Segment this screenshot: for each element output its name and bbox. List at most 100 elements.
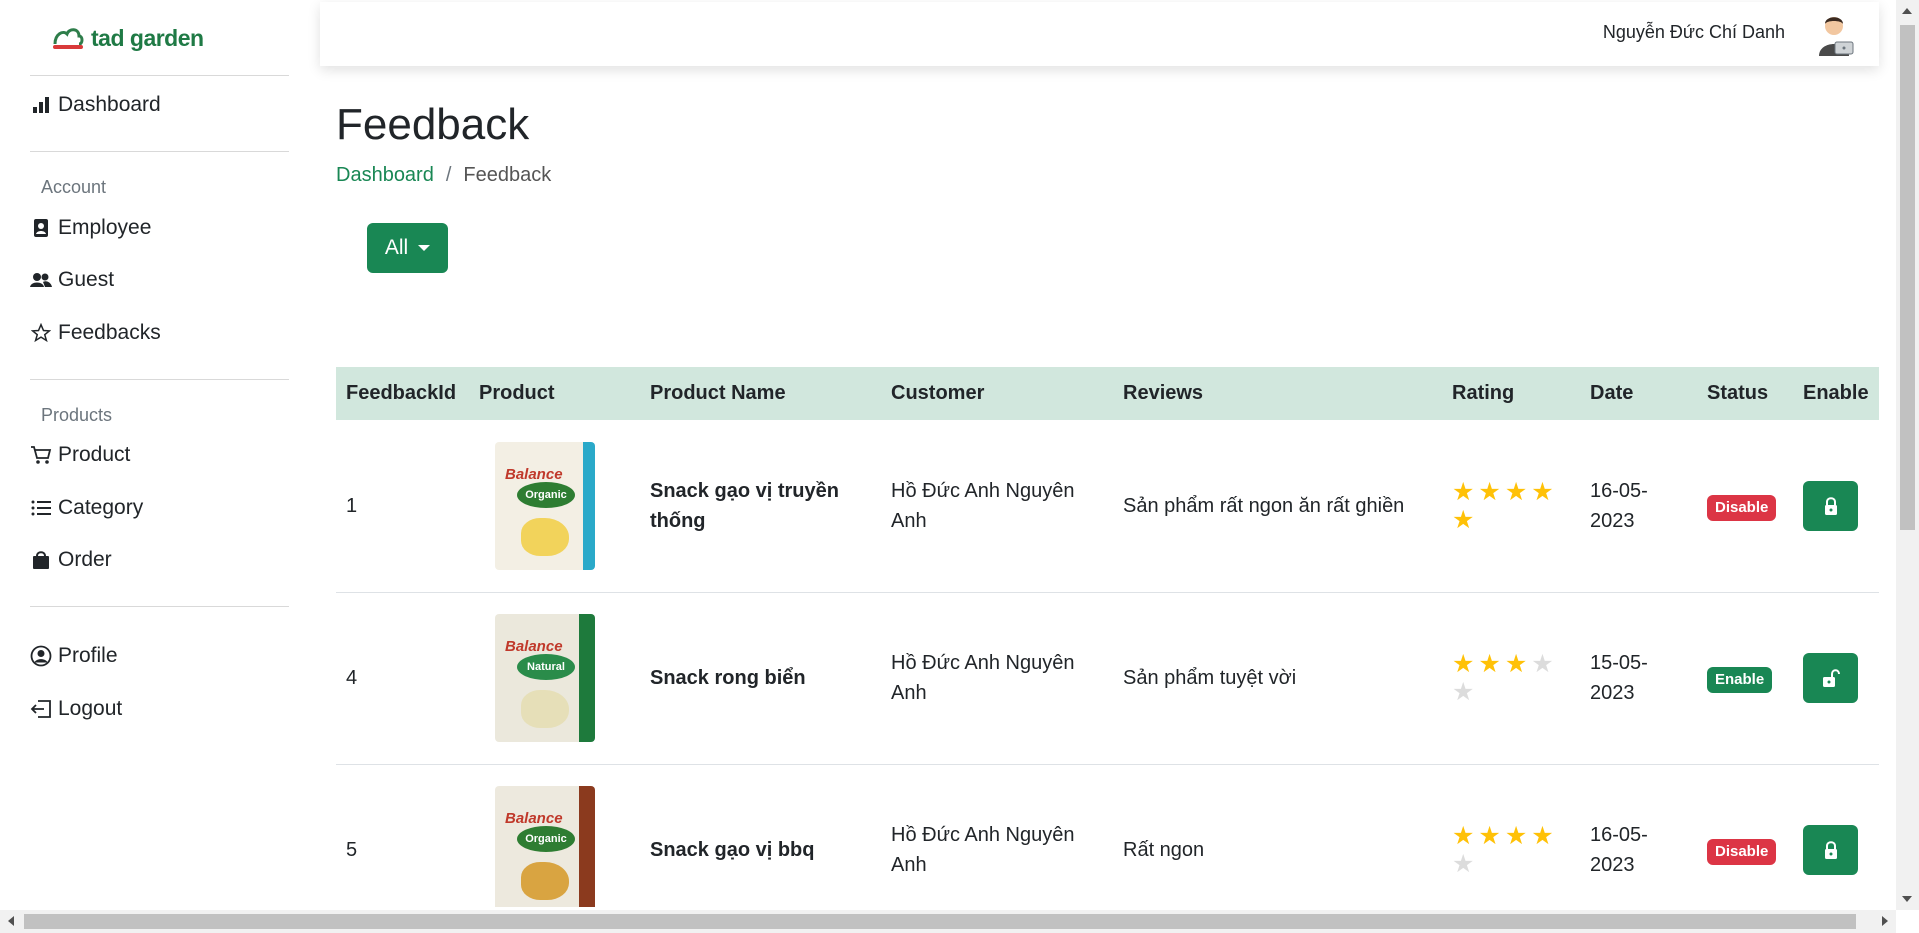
garden-logo-icon [53, 28, 84, 49]
unlock-icon [1822, 669, 1840, 687]
star-empty-icon: ★ [1531, 650, 1554, 678]
breadcrumb-current: Feedback [463, 164, 552, 186]
star-filled-icon: ★ [1452, 822, 1475, 850]
scroll-right-arrow-icon[interactable] [1882, 916, 1888, 926]
rating-stars: ★ ★ ★ ★ ★ [1452, 651, 1562, 705]
column-header: Date [1590, 382, 1634, 404]
person-badge-icon [30, 217, 52, 239]
sidebar-item-label: Order [58, 548, 112, 571]
star-filled-icon: ★ [1452, 650, 1475, 678]
feedback-date: 15-05-2023 [1590, 652, 1648, 704]
table-row: 5 Balance Organic Snack gạo vị bbq Hồ Đứ… [336, 764, 1879, 907]
column-header: Enable [1803, 382, 1869, 404]
toggle-enable-button[interactable] [1803, 480, 1858, 531]
sidebar-item-profile[interactable]: Profile [30, 641, 118, 671]
brand-logo[interactable]: tad garden [51, 24, 204, 52]
scroll-left-arrow-icon[interactable] [8, 916, 14, 926]
sidebar-item-logout[interactable]: Logout [30, 694, 122, 724]
product-name: Snack gạo vị truyền thống [650, 479, 839, 532]
feedback-id: 5 [346, 839, 358, 861]
sidebar-item-guest[interactable]: Guest [30, 265, 114, 295]
table-row: 4 Balance Natural Snack rong biển Hồ Đức… [336, 592, 1879, 764]
column-header: FeedbackId [346, 382, 457, 404]
column-header: Product Name [650, 382, 786, 404]
lock-icon [1824, 497, 1837, 515]
star-filled-icon: ★ [1531, 822, 1554, 850]
column-header: Status [1707, 382, 1769, 404]
rating-stars: ★ ★ ★ ★ ★ [1452, 479, 1562, 533]
shopping-bag-icon [30, 549, 52, 571]
feedback-date: 16-05-2023 [1590, 479, 1648, 532]
list-icon [30, 497, 52, 519]
sidebar-item-label: Dashboard [58, 93, 161, 116]
bar-chart-icon [30, 94, 52, 116]
toggle-enable-button[interactable] [1803, 825, 1858, 875]
product-name: Snack rong biển [650, 667, 806, 689]
column-header: Customer [891, 382, 985, 404]
brand-name: tad garden [91, 24, 204, 51]
scrollbar-thumb[interactable] [1900, 25, 1915, 530]
sidebar-item-label: Employee [58, 216, 152, 239]
review-text: Sản phẩm rất ngon ăn rất ghiền [1123, 494, 1405, 517]
breadcrumb-separator: / [445, 164, 452, 186]
star-filled-icon: ★ [1452, 477, 1475, 506]
divider [30, 75, 289, 76]
column-header: Reviews [1123, 382, 1204, 404]
lock-icon [1824, 841, 1837, 859]
sidebar-item-label: Profile [58, 644, 118, 667]
review-text: Sản phẩm tuyệt vời [1123, 667, 1297, 689]
scroll-up-arrow-icon[interactable] [1902, 8, 1912, 14]
feedback-table-container: FeedbackId Product Product Name Customer… [336, 367, 1879, 907]
star-filled-icon: ★ [1452, 505, 1475, 534]
breadcrumb-link-dashboard[interactable]: Dashboard [336, 164, 434, 187]
table-row: 1 Balance Organic Snack gạo vị truyền th… [336, 420, 1879, 592]
section-heading-account: Account [41, 177, 107, 197]
divider [30, 151, 289, 152]
customer-name: Hồ Đức Anh Nguyên Anh [891, 652, 1075, 704]
people-icon [30, 269, 52, 291]
sidebar-item-feedbacks[interactable]: Feedbacks [30, 318, 161, 348]
star-empty-icon: ★ [1452, 850, 1475, 878]
status-badge: Disable [1707, 839, 1777, 865]
table-header-row: FeedbackId Product Product Name Customer… [336, 367, 1879, 420]
sidebar-item-product[interactable]: Product [30, 440, 130, 470]
toggle-enable-button[interactable] [1803, 653, 1858, 703]
avatar[interactable] [1811, 12, 1857, 58]
sidebar-item-employee[interactable]: Employee [30, 213, 151, 243]
logout-icon [30, 698, 52, 720]
star-empty-icon: ★ [1452, 678, 1475, 706]
feedback-date: 16-05-2023 [1590, 824, 1648, 876]
feedback-table: FeedbackId Product Product Name Customer… [336, 367, 1879, 907]
star-filled-icon: ★ [1504, 650, 1528, 678]
column-header: Rating [1452, 382, 1515, 404]
horizontal-scrollbar[interactable] [0, 910, 1896, 933]
product-name: Snack gạo vị bbq [650, 839, 815, 861]
user-name[interactable]: Nguyễn Đức Chí Danh [1603, 22, 1785, 43]
section-heading-products: Products [41, 405, 113, 425]
star-filled-icon: ★ [1531, 477, 1554, 506]
rating-stars: ★ ★ ★ ★ ★ [1452, 823, 1562, 877]
star-filled-icon: ★ [1504, 822, 1528, 850]
sidebar-item-label: Logout [58, 697, 123, 720]
sidebar-item-label: Feedbacks [58, 321, 161, 344]
sidebar-item-label: Guest [58, 268, 115, 291]
sidebar-item-category[interactable]: Category [30, 493, 143, 523]
status-filter-dropdown[interactable]: All [367, 223, 448, 273]
scrollbar-thumb[interactable] [24, 914, 1856, 929]
status-badge: Enable [1707, 667, 1773, 693]
sidebar: tad garden Dashboard Account Employee Gu… [0, 0, 320, 933]
sidebar-item-order[interactable]: Order [30, 545, 112, 575]
product-image: Balance Natural [495, 614, 595, 742]
star-filled-icon: ★ [1478, 477, 1501, 506]
cart-icon [30, 444, 52, 466]
star-filled-icon: ★ [1478, 822, 1501, 850]
vertical-scrollbar[interactable] [1896, 0, 1919, 910]
scroll-down-arrow-icon[interactable] [1902, 896, 1912, 902]
divider [30, 379, 289, 380]
customer-name: Hồ Đức Anh Nguyên Anh [891, 479, 1075, 532]
product-image: Balance Organic [495, 441, 595, 570]
page-title: Feedback [336, 100, 530, 149]
caret-down-icon [418, 245, 431, 251]
sidebar-item-dashboard[interactable]: Dashboard [30, 90, 161, 120]
divider [30, 606, 289, 607]
